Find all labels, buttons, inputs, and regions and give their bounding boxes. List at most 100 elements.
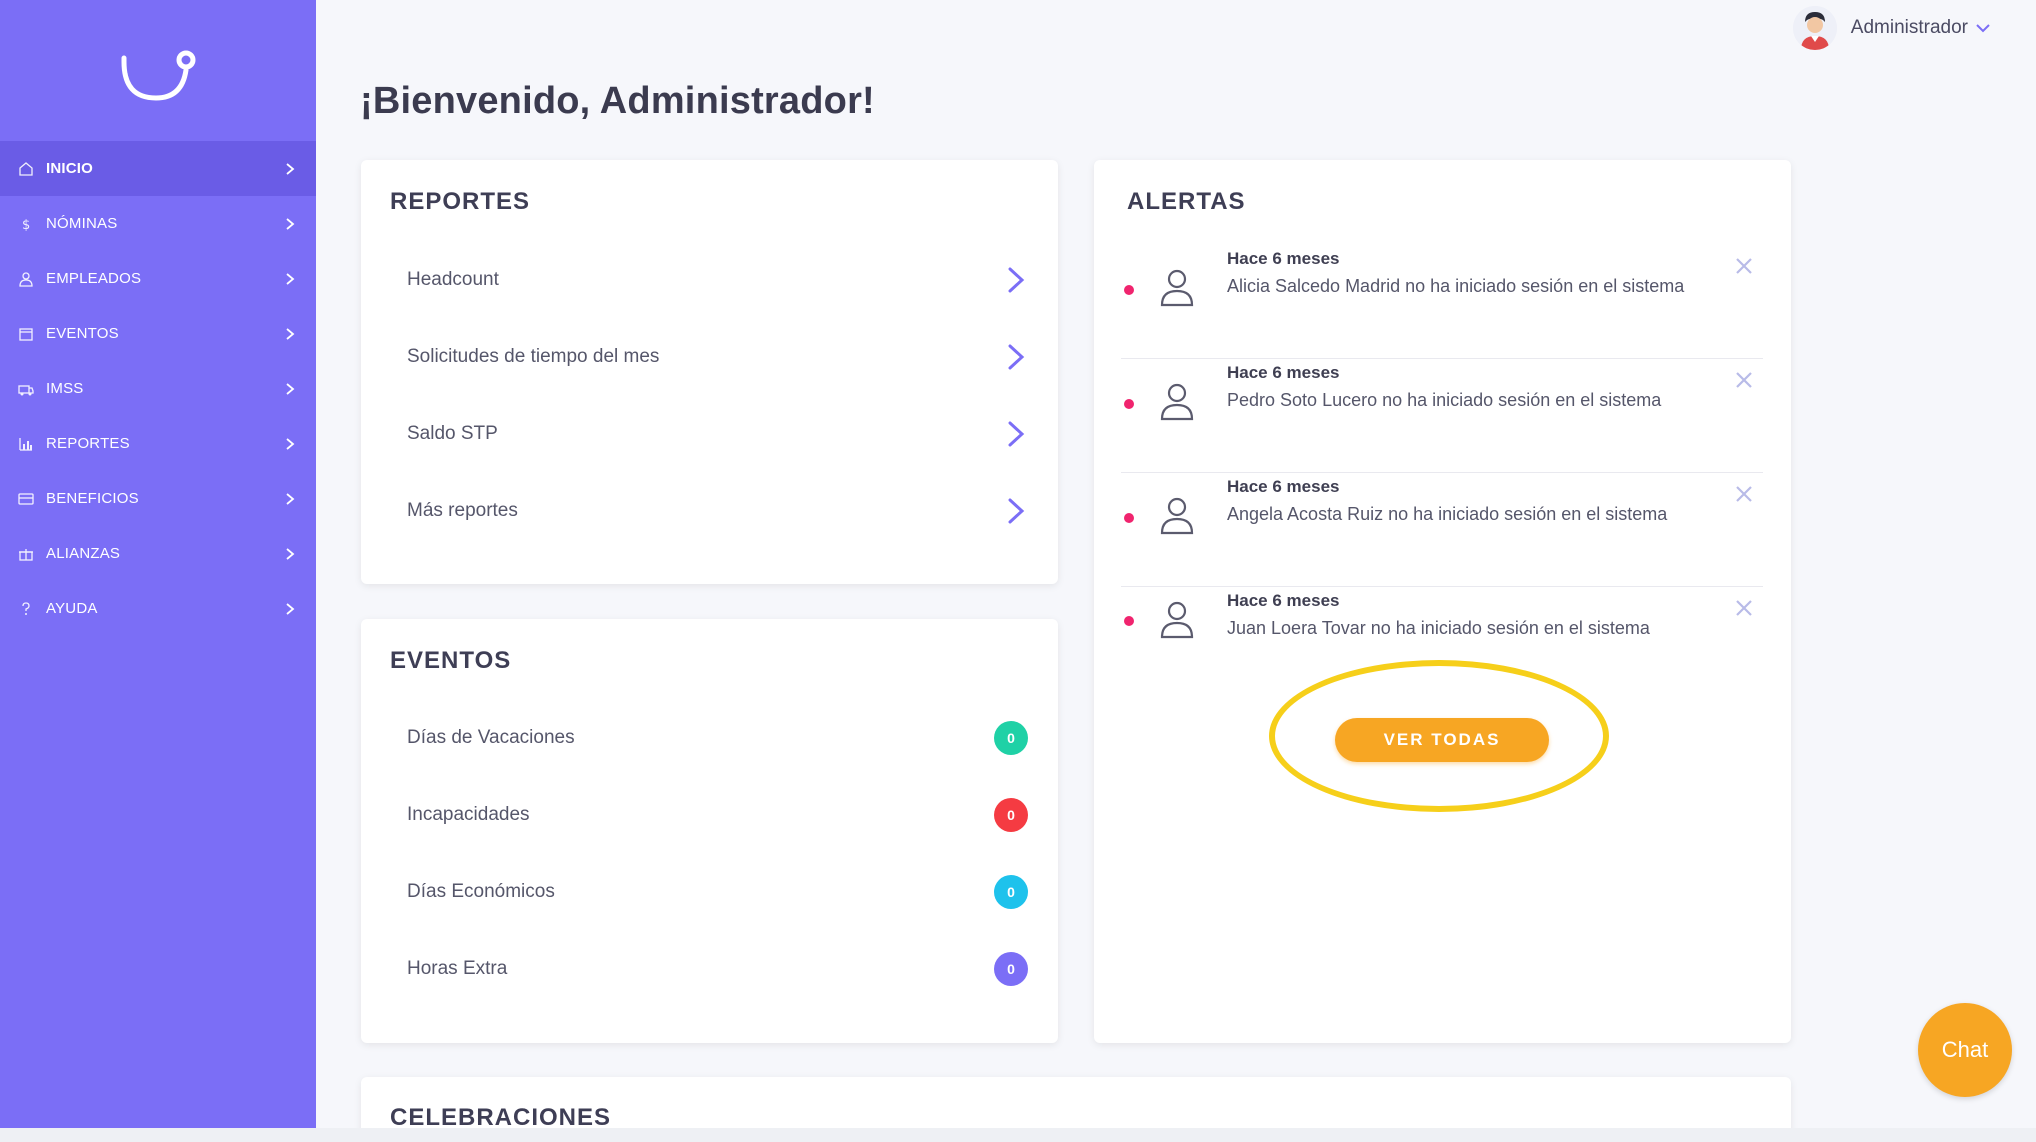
event-item-economicos[interactable]: Días Económicos 0: [407, 872, 1028, 912]
close-icon[interactable]: [1735, 485, 1753, 503]
close-icon[interactable]: [1735, 599, 1753, 617]
brand-logo-icon[interactable]: [118, 48, 198, 104]
sidebar-item-inicio[interactable]: INICIO: [0, 141, 316, 196]
report-item-headcount[interactable]: Headcount: [407, 260, 1028, 300]
sidebar-item-reportes[interactable]: REPORTES: [0, 416, 316, 471]
report-label: Saldo STP: [407, 423, 498, 444]
alert-text: Juan Loera Tovar no ha iniciado sesión e…: [1227, 618, 1650, 638]
chevron-right-icon: [286, 217, 295, 230]
card-icon: [18, 491, 34, 507]
unread-dot: [1124, 285, 1134, 295]
event-item-incapacidades[interactable]: Incapacidades 0: [407, 795, 1028, 835]
user-outline-icon: [1160, 497, 1194, 535]
ambulance-icon: [18, 381, 34, 397]
alert-time: Hace 6 meses: [1227, 477, 1340, 496]
user-menu[interactable]: Administrador: [1792, 6, 1990, 50]
sidebar-item-ayuda[interactable]: AYUDA: [0, 581, 316, 636]
sidebar-item-label: NÓMINAS: [46, 215, 118, 232]
chevron-right-icon: [286, 272, 295, 285]
question-icon: [18, 601, 34, 617]
sidebar-item-label: ALIANZAS: [46, 545, 121, 562]
chevron-down-icon: [1976, 24, 1990, 33]
user-name: Administrador: [1850, 17, 1968, 38]
chevron-right-icon: [286, 327, 295, 340]
alert-item: Hace 6 meses Pedro Soto Lucero no ha ini…: [1121, 359, 1763, 473]
user-outline-icon: [1160, 601, 1194, 639]
gift-icon: [18, 546, 34, 562]
alert-time: Hace 6 meses: [1227, 591, 1340, 610]
alert-item: Hace 6 meses Alicia Salcedo Madrid no ha…: [1121, 245, 1763, 359]
sidebar-nav: INICIO $ NÓMINAS EMPLEADOS EVENTOS IMSS …: [0, 141, 316, 636]
chevron-right-icon: [286, 162, 295, 175]
unread-dot: [1124, 616, 1134, 626]
sidebar-item-alianzas[interactable]: ALIANZAS: [0, 526, 316, 581]
alertas-card: ALERTAS Hace 6 meses Alicia Salcedo Madr…: [1094, 160, 1791, 1043]
dollar-icon: $: [18, 216, 34, 232]
alert-time: Hace 6 meses: [1227, 363, 1340, 382]
chat-button[interactable]: Chat: [1918, 1003, 2012, 1097]
chevron-right-icon: [286, 602, 295, 615]
alert-text: Alicia Salcedo Madrid no ha iniciado ses…: [1227, 276, 1685, 296]
chevron-right-icon: [1008, 498, 1025, 524]
count-badge: 0: [994, 875, 1028, 909]
alert-text: Pedro Soto Lucero no ha iniciado sesión …: [1227, 390, 1662, 410]
chevron-right-icon: [286, 382, 295, 395]
user-outline-icon: [1160, 383, 1194, 421]
sidebar: INICIO $ NÓMINAS EMPLEADOS EVENTOS IMSS …: [0, 0, 316, 1128]
sidebar-item-label: EMPLEADOS: [46, 270, 142, 287]
reportes-title: REPORTES: [390, 188, 531, 215]
event-label: Días Económicos: [407, 881, 555, 902]
sidebar-item-label: AYUDA: [46, 600, 98, 617]
sidebar-item-label: EVENTOS: [46, 325, 119, 342]
sidebar-item-nominas[interactable]: $ NÓMINAS: [0, 196, 316, 251]
sidebar-item-imss[interactable]: IMSS: [0, 361, 316, 416]
page-title: ¡Bienvenido, Administrador!: [360, 80, 875, 122]
close-icon[interactable]: [1735, 371, 1753, 389]
alert-item: Hace 6 meses Juan Loera Tovar no ha inic…: [1121, 587, 1763, 667]
event-label: Incapacidades: [407, 804, 530, 825]
bar-chart-icon: [18, 436, 34, 452]
count-badge: 0: [994, 798, 1028, 832]
eventos-title: EVENTOS: [390, 647, 512, 674]
ver-todas-button[interactable]: VER TODAS: [1335, 718, 1549, 762]
chevron-right-icon: [1008, 267, 1025, 293]
chevron-right-icon: [286, 437, 295, 450]
user-icon: [18, 271, 34, 287]
unread-dot: [1124, 399, 1134, 409]
event-item-horas-extra[interactable]: Horas Extra 0: [407, 949, 1028, 989]
eventos-card: EVENTOS Días de Vacaciones 0 Incapacidad…: [361, 619, 1058, 1043]
event-item-vacaciones[interactable]: Días de Vacaciones 0: [407, 718, 1028, 758]
alertas-title: ALERTAS: [1127, 188, 1246, 215]
home-icon: [18, 161, 34, 177]
chevron-right-icon: [286, 492, 295, 505]
sidebar-item-empleados[interactable]: EMPLEADOS: [0, 251, 316, 306]
sidebar-item-label: BENEFICIOS: [46, 490, 139, 507]
sidebar-item-eventos[interactable]: EVENTOS: [0, 306, 316, 361]
chevron-right-icon: [286, 547, 295, 560]
count-badge: 0: [994, 952, 1028, 986]
event-label: Días de Vacaciones: [407, 727, 575, 748]
svg-text:$: $: [22, 218, 30, 232]
count-badge: 0: [994, 721, 1028, 755]
report-item-solicitudes[interactable]: Solicitudes de tiempo del mes: [407, 337, 1028, 377]
chevron-right-icon: [1008, 421, 1025, 447]
alert-time: Hace 6 meses: [1227, 249, 1340, 268]
sidebar-item-label: IMSS: [46, 380, 84, 397]
avatar: [1792, 6, 1837, 50]
alert-item: Hace 6 meses Angela Acosta Ruiz no ha in…: [1121, 473, 1763, 587]
report-item-mas-reportes[interactable]: Más reportes: [407, 491, 1028, 531]
report-label: Más reportes: [407, 500, 518, 521]
sidebar-item-label: INICIO: [46, 160, 94, 177]
unread-dot: [1124, 513, 1134, 523]
bottom-strip: [0, 1128, 2036, 1142]
sidebar-item-label: REPORTES: [46, 435, 130, 452]
user-outline-icon: [1160, 269, 1194, 307]
report-label: Headcount: [407, 269, 499, 290]
close-icon[interactable]: [1735, 257, 1753, 275]
report-label: Solicitudes de tiempo del mes: [407, 346, 660, 367]
report-item-saldo-stp[interactable]: Saldo STP: [407, 414, 1028, 454]
alert-text: Angela Acosta Ruiz no ha iniciado sesión…: [1227, 504, 1668, 524]
reportes-card: REPORTES Headcount Solicitudes de tiempo…: [361, 160, 1058, 584]
sidebar-item-beneficios[interactable]: BENEFICIOS: [0, 471, 316, 526]
calendar-icon: [18, 326, 34, 342]
